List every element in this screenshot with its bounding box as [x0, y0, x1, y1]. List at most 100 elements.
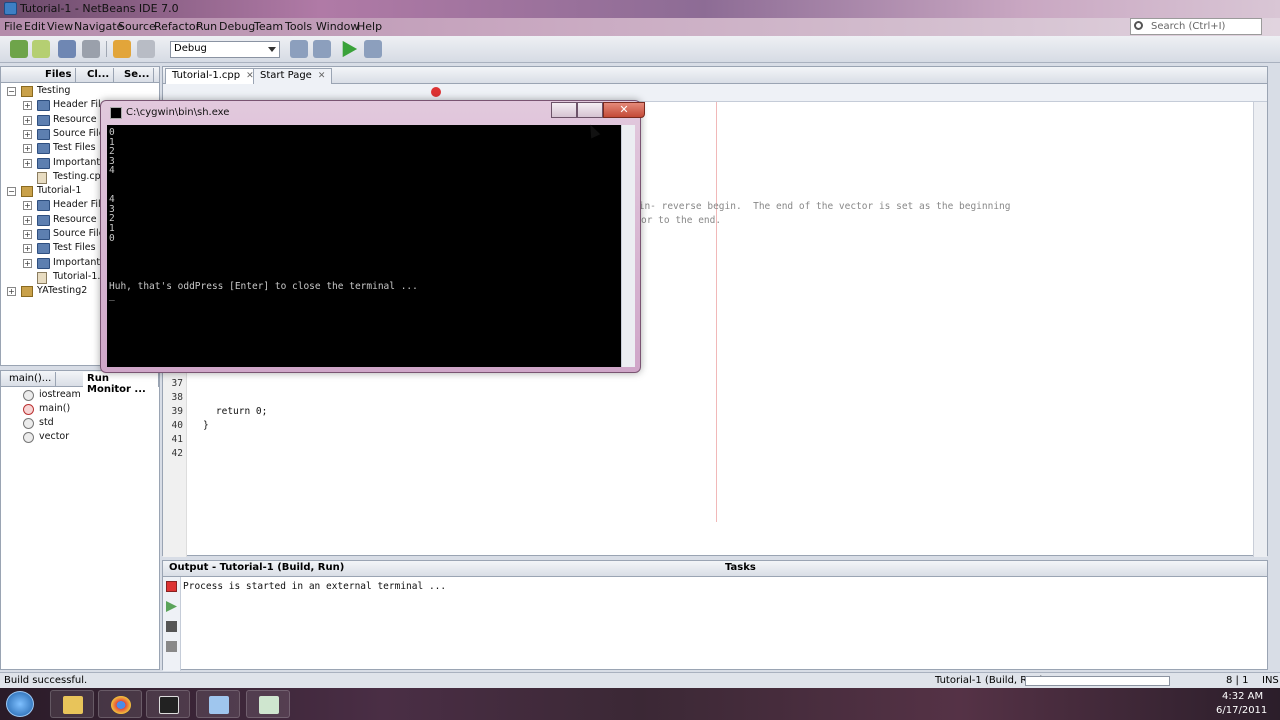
expand-icon[interactable]: +	[7, 287, 16, 297]
navigator-item-iostream[interactable]: iostream	[23, 389, 153, 403]
output-header: Output - Tutorial-1 (Build, Run) Tasks	[163, 561, 1267, 577]
terminal-icon[interactable]	[166, 621, 177, 632]
undo-icon[interactable]	[113, 40, 131, 58]
tab-services[interactable]: Se...	[120, 68, 155, 83]
tab-classes[interactable]: Cl...	[83, 68, 115, 83]
minimize-button[interactable]	[551, 102, 577, 118]
menu-view[interactable]: View	[47, 20, 73, 33]
close-button[interactable]: ✕	[603, 102, 645, 118]
menu-debug[interactable]: Debug	[219, 20, 255, 33]
expand-icon[interactable]: +	[23, 215, 32, 225]
file-icon	[37, 171, 47, 184]
tab-start-page[interactable]: Start Page ✕	[253, 68, 333, 84]
code-line[interactable]: return 0;	[193, 406, 267, 417]
configuration-select[interactable]: Debug	[170, 41, 280, 58]
taskbar-explorer[interactable]	[50, 690, 94, 718]
expand-icon[interactable]: +	[23, 258, 32, 268]
function-icon	[23, 404, 34, 415]
terminal-line: 4	[109, 165, 115, 177]
tab-tutorial-1-cpp[interactable]: Tutorial-1.cpp ✕	[165, 68, 261, 84]
tab-navigator[interactable]: main()...	[5, 372, 57, 387]
menu-run[interactable]: Run	[196, 20, 217, 33]
save-all-icon[interactable]	[82, 40, 100, 58]
build-icon[interactable]	[290, 40, 308, 58]
menu-help[interactable]: Help	[357, 20, 382, 33]
tree-item-label: Tutorial-1	[37, 185, 82, 197]
run-icon[interactable]	[342, 40, 358, 58]
file-icon	[37, 271, 47, 284]
windows-taskbar: 4:32 AM 6/17/2011	[0, 688, 1280, 720]
search-input[interactable]: Search (Ctrl+I)	[1130, 18, 1262, 35]
taskbar-app[interactable]	[246, 690, 290, 718]
menu-tools[interactable]: Tools	[285, 20, 312, 33]
maximize-button[interactable]	[577, 102, 603, 118]
tree-item[interactable]: − Testing	[7, 85, 156, 99]
output-panel: Output - Tutorial-1 (Build, Run) Tasks P…	[162, 560, 1268, 671]
navigator-item-label: std	[39, 417, 54, 428]
line-number: 40	[171, 420, 183, 431]
debug-icon[interactable]	[364, 40, 382, 58]
menu-file[interactable]: File	[4, 20, 22, 33]
expand-icon[interactable]: +	[23, 201, 32, 211]
output-title[interactable]: Output - Tutorial-1 (Build, Run)	[169, 562, 344, 573]
insert-mode: INS	[1262, 675, 1279, 686]
clock-date[interactable]: 6/17/2011	[1216, 705, 1267, 716]
navigator-item-std[interactable]: std	[23, 417, 153, 431]
editor-scrollbar[interactable]	[1253, 102, 1267, 557]
new-project-icon[interactable]	[32, 40, 50, 58]
navigator-item-main[interactable]: main()	[23, 403, 153, 417]
expand-icon[interactable]: +	[23, 129, 32, 139]
menu-window[interactable]: Window	[316, 20, 359, 33]
window-title-bar[interactable]: Tutorial-1 - NetBeans IDE 7.0	[0, 0, 1280, 18]
code-comment[interactable]: gin- reverse begin. The end of the vecto…	[633, 201, 1011, 212]
configuration-value: Debug	[174, 43, 207, 54]
new-file-icon[interactable]	[10, 40, 28, 58]
expand-icon[interactable]: +	[23, 115, 32, 125]
navigator-item-vector[interactable]: vector	[23, 431, 153, 445]
rerun-icon[interactable]	[166, 601, 177, 612]
expand-icon[interactable]: +	[23, 101, 32, 111]
folder-icon	[37, 257, 50, 269]
close-icon[interactable]: ✕	[318, 71, 326, 81]
taskbar-netbeans[interactable]	[196, 690, 240, 718]
navigator-item-label: vector	[39, 431, 70, 442]
settings-icon[interactable]	[166, 641, 177, 652]
menu-edit[interactable]: Edit	[24, 20, 45, 33]
terminal-scrollbar[interactable]	[621, 125, 635, 367]
taskbar-chrome[interactable]	[98, 690, 142, 718]
collapse-icon[interactable]: −	[7, 187, 16, 197]
cursor-position: 8 | 1	[1226, 675, 1249, 686]
stop-icon[interactable]	[166, 581, 177, 592]
terminal-window[interactable]: C:\cygwin\bin\sh.exe ✕ 0 1 2 3 4 4 3 2 1 0 Huh, th…	[100, 100, 645, 373]
terminal-title: C:\cygwin\bin\sh.exe	[126, 107, 230, 118]
clean-build-icon[interactable]	[313, 40, 331, 58]
collapse-icon[interactable]: −	[7, 87, 16, 96]
menu-refactor[interactable]: Refactor	[154, 20, 200, 33]
expand-icon[interactable]: +	[23, 230, 32, 239]
folder-icon	[37, 243, 50, 255]
taskbar-terminal[interactable]	[146, 690, 190, 718]
code-comment[interactable]: or to the end.	[641, 215, 721, 226]
expand-icon[interactable]: +	[23, 244, 32, 254]
line-number: 42	[171, 448, 183, 459]
editor-tab-bar: Tutorial-1.cpp ✕ Start Page ✕	[163, 67, 1267, 84]
redo-icon[interactable]	[137, 40, 155, 58]
terminal-screen[interactable]: 0 1 2 3 4 4 3 2 1 0 Huh, that's oddPress [Enter] t…	[107, 125, 621, 367]
expand-icon[interactable]: +	[23, 144, 32, 154]
open-project-icon[interactable]	[58, 40, 76, 58]
projects-panel-tabs: Files Cl... Se...	[1, 67, 159, 83]
window-title: Tutorial-1 - NetBeans IDE 7.0	[20, 2, 179, 15]
folder-icon	[37, 128, 50, 140]
clock-time[interactable]: 4:32 AM	[1222, 691, 1263, 702]
netbeans-icon	[209, 696, 229, 714]
expand-icon[interactable]: +	[23, 158, 32, 168]
menu-navigate[interactable]: Navigate	[74, 20, 123, 33]
tab-run-monitor[interactable]: Run Monitor ...	[83, 372, 159, 395]
code-line[interactable]: }	[203, 420, 209, 431]
tab-tasks[interactable]: Tasks	[725, 562, 756, 573]
tab-files[interactable]: Files	[41, 68, 77, 83]
toggle-breakpoint-icon[interactable]	[431, 87, 441, 97]
menu-team[interactable]: Team	[254, 20, 283, 33]
menu-source[interactable]: Source	[118, 20, 156, 33]
start-button[interactable]	[6, 691, 34, 717]
